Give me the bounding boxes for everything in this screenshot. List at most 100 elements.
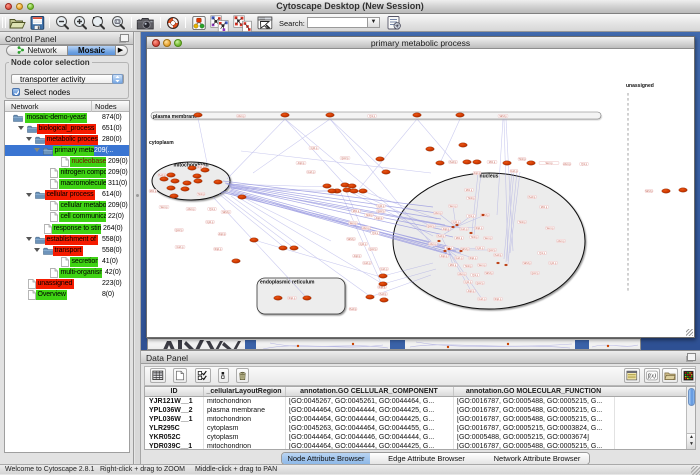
graph-node[interactable] bbox=[527, 161, 536, 165]
graph-node[interactable] bbox=[214, 180, 223, 184]
close-button[interactable] bbox=[5, 3, 12, 10]
graph-node[interactable] bbox=[167, 173, 176, 177]
help-lifering-icon[interactable] bbox=[166, 15, 180, 31]
table-row[interactable]: YPL036W__1mitochondrion[GO:0044464, GO:0… bbox=[145, 415, 695, 424]
tree-node-label[interactable]: secretion bbox=[70, 257, 98, 267]
graph-node[interactable] bbox=[366, 295, 375, 299]
graph-node[interactable] bbox=[662, 189, 671, 193]
tab-edge-attribute-browser[interactable]: Edge Attribute Browser bbox=[370, 453, 483, 464]
graph-node[interactable] bbox=[379, 274, 388, 278]
network-window-zoom-button[interactable] bbox=[174, 39, 182, 47]
select-nodes-checkbox[interactable] bbox=[12, 88, 20, 96]
network-window-close-button[interactable] bbox=[152, 39, 160, 47]
tree-expand-arrow-icon[interactable] bbox=[26, 237, 32, 241]
graph-node[interactable] bbox=[193, 174, 202, 178]
graph-node[interactable] bbox=[326, 113, 335, 117]
heatmap-icon[interactable] bbox=[681, 368, 696, 383]
tab-network[interactable]: Network bbox=[7, 46, 67, 55]
minimize-button[interactable] bbox=[16, 3, 23, 10]
graph-node[interactable] bbox=[413, 113, 422, 117]
tree-expand-arrow-icon[interactable] bbox=[26, 137, 32, 141]
table-row[interactable]: YDR039C__1mitochondrion[GO:0044464, GO:0… bbox=[145, 442, 695, 450]
graph-node[interactable] bbox=[201, 168, 210, 172]
tree-row[interactable]: nucleobase-cont209(0) bbox=[5, 156, 129, 167]
tree-node-label[interactable]: response to stimulu bbox=[52, 224, 101, 234]
tree-row[interactable]: mosaic-demo-yeast874(0) bbox=[5, 112, 129, 123]
tab-overflow-arrow[interactable]: ▶ bbox=[114, 46, 127, 55]
scrollbar-arrows[interactable]: ▲▼ bbox=[687, 433, 696, 449]
tree-node-label[interactable]: primary metabolic bbox=[53, 146, 94, 156]
graph-node[interactable] bbox=[171, 179, 180, 183]
attribute-list-icon[interactable] bbox=[624, 368, 640, 383]
tree-row[interactable]: transport558(0) bbox=[5, 245, 129, 256]
zoom-actual-icon[interactable]: 1:1 bbox=[111, 15, 127, 31]
table-vertical-scrollbar[interactable]: ▲▼ bbox=[686, 387, 695, 449]
tree-column-network[interactable]: Network bbox=[11, 102, 39, 111]
tree-row[interactable]: cell communicati22(0) bbox=[5, 212, 129, 223]
graph-node[interactable] bbox=[188, 166, 197, 170]
tab-node-attribute-browser[interactable]: Node Attribute Browser bbox=[282, 453, 370, 464]
tree-row[interactable]: response to stimulu264(0) bbox=[5, 223, 129, 234]
vizmapper-icon[interactable] bbox=[192, 15, 206, 31]
graph-node[interactable] bbox=[238, 195, 247, 199]
tree-node-label[interactable]: biological_process bbox=[37, 124, 96, 134]
table-column-header[interactable]: _cellularLayoutRegion bbox=[205, 388, 283, 395]
graph-node[interactable] bbox=[194, 179, 203, 183]
tree-node-label[interactable]: metabolic process bbox=[45, 135, 98, 145]
tree-node-label[interactable]: cell communicati bbox=[59, 212, 106, 222]
graph-node[interactable] bbox=[473, 160, 482, 164]
graph-node[interactable] bbox=[183, 181, 192, 185]
table-row[interactable]: YKR052Ccytoplasm[GO:0044464, GO:0044446,… bbox=[145, 433, 695, 442]
select-attributes-icon[interactable] bbox=[195, 368, 211, 383]
zoom-out-icon[interactable] bbox=[55, 15, 70, 31]
tree-row[interactable]: cellular process614(0) bbox=[5, 190, 129, 201]
delete-attribute-icon[interactable] bbox=[236, 368, 249, 383]
node-color-combo[interactable]: transporter activity bbox=[11, 74, 124, 84]
tree-node-label[interactable]: multi-organism pro bbox=[59, 268, 102, 278]
network-canvas[interactable]: plasma membranecytoplasmmitochondrionnuc… bbox=[147, 49, 694, 337]
window-resize-grip[interactable] bbox=[686, 329, 693, 336]
graph-node[interactable] bbox=[459, 143, 468, 147]
tree-row[interactable]: multi-organism pro42(0) bbox=[5, 267, 129, 278]
tree-expand-arrow-icon[interactable] bbox=[18, 126, 24, 130]
tree-node-label[interactable]: unassigned bbox=[36, 279, 74, 289]
combo-spinner-icon[interactable] bbox=[112, 74, 123, 84]
snapshot-icon[interactable] bbox=[136, 15, 155, 31]
graph-node[interactable] bbox=[350, 189, 359, 193]
graph-node[interactable] bbox=[379, 282, 388, 286]
manage-networks-icon[interactable] bbox=[257, 15, 273, 31]
save-session-icon[interactable] bbox=[30, 15, 45, 31]
tree-expand-arrow-icon[interactable] bbox=[26, 193, 32, 197]
graph-node[interactable] bbox=[194, 113, 203, 117]
search-settings-icon[interactable] bbox=[387, 15, 402, 31]
graph-node[interactable] bbox=[279, 246, 288, 250]
tree-node-label[interactable]: mosaic-demo-yeast bbox=[25, 113, 87, 123]
graph-node[interactable] bbox=[376, 157, 385, 161]
graph-node[interactable] bbox=[323, 184, 332, 188]
scrollbar-thumb[interactable] bbox=[688, 388, 695, 406]
formula-fx-icon[interactable]: f(x) bbox=[644, 368, 660, 383]
layout-b-icon[interactable] bbox=[233, 15, 252, 32]
graph-node[interactable] bbox=[382, 170, 391, 174]
graph-node[interactable] bbox=[160, 177, 169, 181]
attribute-table-icon[interactable] bbox=[150, 368, 166, 383]
tree-node-label[interactable]: establishment of lo bbox=[45, 235, 98, 245]
tree-expand-arrow-icon[interactable] bbox=[34, 148, 40, 152]
float-panel-icon[interactable] bbox=[120, 34, 129, 42]
table-column-header[interactable]: annotation.GO CELLULAR_COMPONENT bbox=[287, 388, 451, 395]
graph-node[interactable] bbox=[250, 238, 259, 242]
graph-node[interactable] bbox=[436, 161, 445, 165]
graph-node[interactable] bbox=[303, 296, 312, 300]
table-row[interactable]: YLR295Ccytoplasm[GO:0045263, GO:0044464,… bbox=[145, 424, 695, 433]
tree-row[interactable]: metabolic process280(0) bbox=[5, 134, 129, 145]
graph-node[interactable] bbox=[503, 161, 512, 165]
graph-node[interactable] bbox=[232, 259, 241, 263]
zoom-in-icon[interactable] bbox=[73, 15, 88, 31]
graph-node[interactable] bbox=[348, 184, 357, 188]
tree-row[interactable]: establishment of lo558(0) bbox=[5, 234, 129, 245]
graph-node[interactable] bbox=[380, 298, 389, 302]
tree-node-label[interactable]: nucleobase-cont bbox=[70, 157, 106, 167]
background-window-edge[interactable] bbox=[147, 338, 641, 350]
tree-node-label[interactable]: cellular metabol bbox=[59, 201, 106, 211]
tree-row[interactable]: cellular metabol209(0) bbox=[5, 201, 129, 212]
